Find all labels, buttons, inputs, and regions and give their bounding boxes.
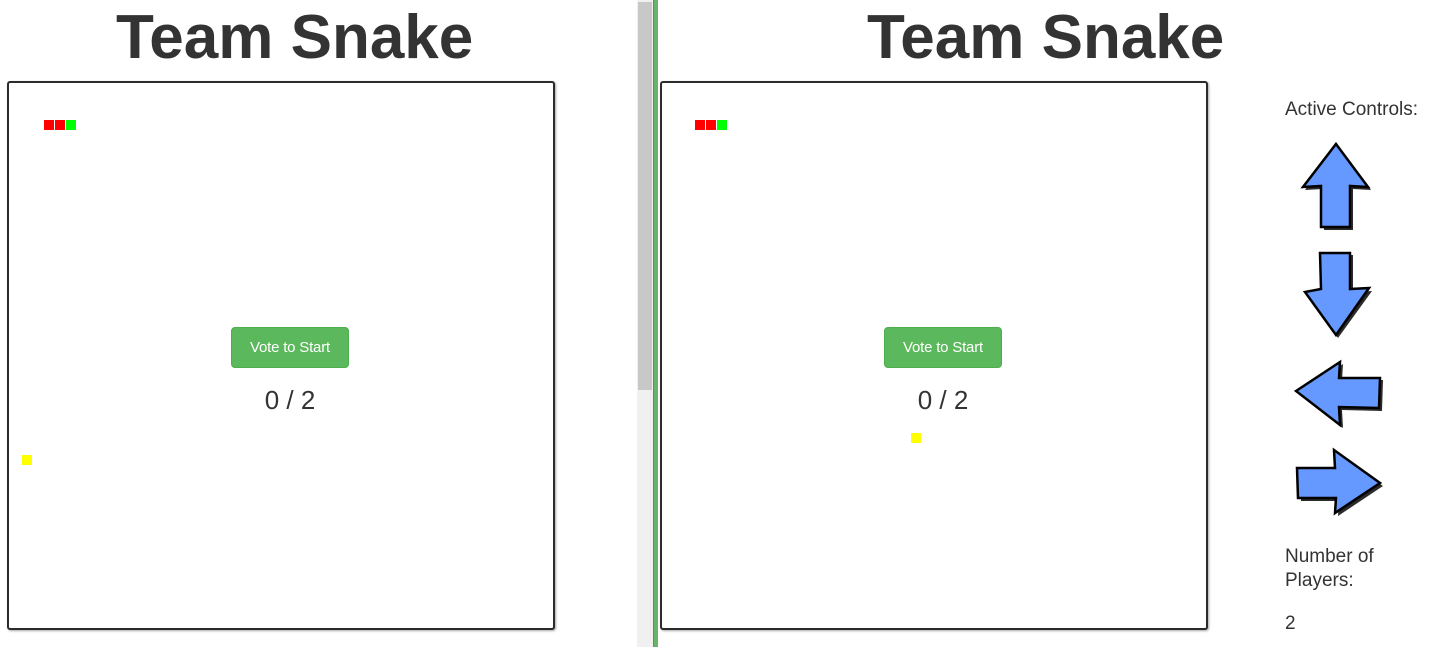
food-pellet [22, 455, 32, 465]
vote-to-start-button[interactable]: Vote to Start [231, 327, 349, 368]
game-view-right: Team Snake Vote to Start 0 / 2 Active Co… [658, 0, 1448, 647]
snake-head [66, 120, 76, 130]
game-board: Vote to Start 0 / 2 [7, 81, 555, 630]
vertical-scrollbar[interactable] [637, 0, 653, 647]
snake-body-segment [706, 120, 716, 130]
arrow-down-button[interactable] [1302, 251, 1375, 341]
game-board: Vote to Start 0 / 2 [660, 81, 1208, 630]
players-count: 2 [1285, 613, 1296, 634]
snake-body-segment [44, 120, 54, 130]
arrow-down-icon [1302, 251, 1372, 338]
snake-head [717, 120, 727, 130]
vote-count: 0 / 2 [264, 385, 316, 415]
scrollbar-thumb[interactable] [638, 2, 652, 390]
players-label: Number of Players: [1285, 546, 1374, 591]
food-pellet [911, 433, 921, 443]
snake-body-segment [55, 120, 65, 130]
game-view-left: Team Snake Vote to Start 0 / 2 [0, 0, 637, 647]
vote-count: 0 / 2 [917, 385, 969, 415]
arrow-right-icon [1295, 447, 1383, 516]
active-controls-label: Active Controls: [1285, 99, 1419, 120]
arrow-up-icon [1300, 141, 1371, 230]
arrow-left-icon [1293, 359, 1383, 428]
snake-body-segment [695, 120, 705, 130]
vote-to-start-button[interactable]: Vote to Start [884, 327, 1002, 368]
page-title: Team Snake [116, 3, 474, 72]
arrow-left-button[interactable] [1293, 359, 1385, 430]
arrow-right-button[interactable] [1295, 447, 1385, 518]
arrow-up-button[interactable] [1300, 141, 1373, 232]
page-title: Team Snake [867, 3, 1225, 72]
